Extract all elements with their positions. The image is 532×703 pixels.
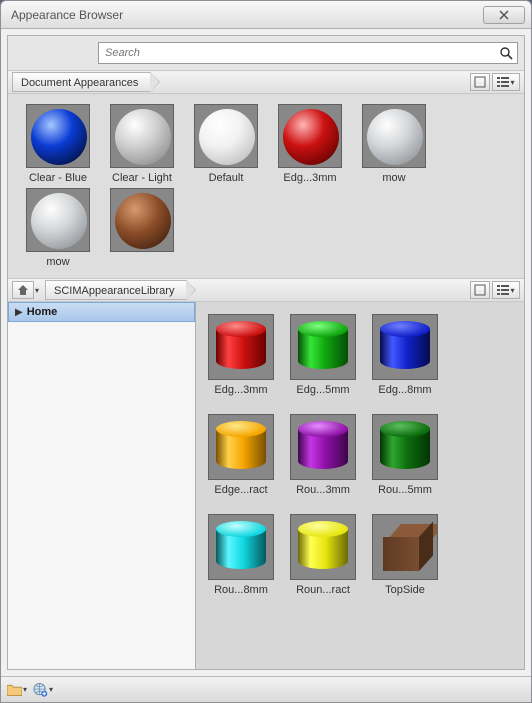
view-large-icons-button[interactable] <box>470 73 490 91</box>
appearance-label: Clear - Light <box>102 172 182 184</box>
doc-item[interactable]: Default <box>186 104 266 184</box>
doc-item[interactable]: Clear - Light <box>102 104 182 184</box>
titlebar[interactable]: Appearance Browser <box>1 1 531 29</box>
window-title: Appearance Browser <box>7 8 483 22</box>
home-button[interactable] <box>12 281 34 299</box>
lib-item[interactable]: Edg...3mm <box>202 314 280 396</box>
doc-appearances-crumb[interactable]: Document Appearances <box>12 72 151 92</box>
content-area: Document Appearances ▾ Clear - BlueClear… <box>7 35 525 670</box>
doc-item[interactable]: mow <box>354 104 434 184</box>
appearance-browser-window: Appearance Browser Document Appearances … <box>0 0 532 703</box>
globe-add-button[interactable]: ▾ <box>33 681 53 699</box>
appearance-thumbnail <box>372 514 438 580</box>
home-icon <box>17 284 29 296</box>
appearance-label: TopSide <box>366 584 444 596</box>
doc-appearances-grid: Clear - Blue Clear - Light Default Edg...3m… <box>8 94 524 278</box>
appearance-thumbnail <box>372 314 438 380</box>
appearance-label: Edg...3mm <box>270 172 350 184</box>
appearance-label: mow <box>354 172 434 184</box>
lib-item[interactable]: Edge...ract <box>202 414 280 496</box>
doc-item[interactable]: Clear - Blue <box>18 104 98 184</box>
appearance-thumbnail <box>26 104 90 168</box>
library-grid: Edg...3mm Edg...5mm Edg...8mm Edge...ract Ro… <box>196 302 524 669</box>
chevron-down-icon: ▾ <box>510 286 514 295</box>
lib-item[interactable]: Rou...8mm <box>202 514 280 596</box>
chevron-down-icon[interactable]: ▾ <box>35 286 39 295</box>
list-icon <box>497 285 509 295</box>
library-header: ▾ SCIMAppearanceLibrary ▾ <box>8 278 524 302</box>
appearance-label: Edge...ract <box>202 484 280 496</box>
appearance-label: Clear - Blue <box>18 172 98 184</box>
appearance-label: Edg...3mm <box>202 384 280 396</box>
search-row <box>8 36 524 70</box>
appearance-label: Roun...ract <box>284 584 362 596</box>
view-large-icons-button-2[interactable] <box>470 281 490 299</box>
chevron-down-icon: ▾ <box>49 685 53 694</box>
appearance-label: Rou...8mm <box>202 584 280 596</box>
library-tree[interactable]: ▶ Home <box>8 302 196 669</box>
search-input[interactable] <box>105 47 511 59</box>
view-list-button-2[interactable]: ▾ <box>492 281 520 299</box>
lib-item[interactable]: Roun...ract <box>284 514 362 596</box>
appearance-thumbnail <box>194 104 258 168</box>
appearance-label: Edg...5mm <box>284 384 362 396</box>
appearance-thumbnail <box>290 314 356 380</box>
appearance-thumbnail <box>208 314 274 380</box>
search-box[interactable] <box>98 42 518 64</box>
chevron-down-icon: ▾ <box>510 78 514 87</box>
appearance-thumbnail <box>26 188 90 252</box>
tree-item-label: Home <box>27 306 58 318</box>
grid-icon <box>474 76 486 88</box>
appearance-thumbnail <box>290 514 356 580</box>
library-crumb[interactable]: SCIMAppearanceLibrary <box>45 280 187 300</box>
appearance-label: Rou...3mm <box>284 484 362 496</box>
appearance-thumbnail <box>278 104 342 168</box>
lib-item[interactable]: Edg...8mm <box>366 314 444 396</box>
folder-menu-button[interactable]: ▾ <box>7 681 27 699</box>
appearance-thumbnail <box>110 188 174 252</box>
grid-icon <box>474 284 486 296</box>
appearance-thumbnail <box>110 104 174 168</box>
appearance-label: mow <box>18 256 98 268</box>
globe-icon <box>33 682 48 698</box>
appearance-label: Rou...5mm <box>366 484 444 496</box>
lib-item[interactable]: Rou...3mm <box>284 414 362 496</box>
lib-item[interactable]: TopSide <box>366 514 444 596</box>
folder-icon <box>7 683 22 696</box>
library-split: ▶ Home Edg...3mm Edg...5mm Edg...8mm Edge..… <box>8 302 524 669</box>
appearance-label: Edg...8mm <box>366 384 444 396</box>
close-button[interactable] <box>483 6 525 24</box>
doc-appearances-header: Document Appearances ▾ <box>8 70 524 94</box>
statusbar: ▾ ▾ <box>1 676 531 702</box>
appearance-label: Default <box>186 172 266 184</box>
doc-item[interactable] <box>102 188 182 268</box>
close-icon <box>499 10 509 20</box>
view-list-button[interactable]: ▾ <box>492 73 520 91</box>
appearance-thumbnail <box>372 414 438 480</box>
doc-item[interactable]: Edg...3mm <box>270 104 350 184</box>
doc-item[interactable]: mow <box>18 188 98 268</box>
tree-item-home[interactable]: ▶ Home <box>8 302 195 322</box>
tree-expand-icon[interactable]: ▶ <box>15 307 23 318</box>
lib-item[interactable]: Edg...5mm <box>284 314 362 396</box>
appearance-thumbnail <box>362 104 426 168</box>
search-icon[interactable] <box>499 46 513 60</box>
appearance-thumbnail <box>290 414 356 480</box>
appearance-thumbnail <box>208 514 274 580</box>
appearance-thumbnail <box>208 414 274 480</box>
lib-item[interactable]: Rou...5mm <box>366 414 444 496</box>
list-icon <box>497 77 509 87</box>
chevron-down-icon: ▾ <box>23 685 27 694</box>
